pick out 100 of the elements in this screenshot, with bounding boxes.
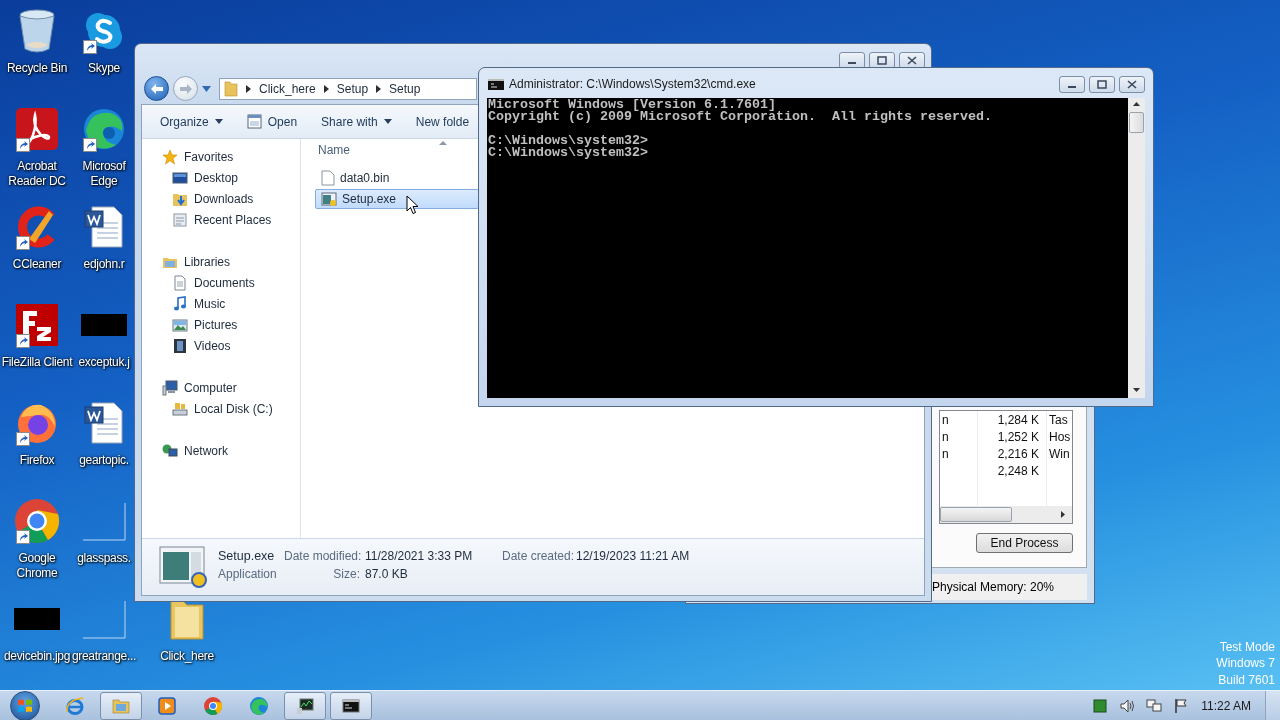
desktop-icon-label[interactable]: Click_here [160,649,214,664]
details-value: 11/28/2021 3:33 PM [364,549,474,565]
arrow-left-icon [149,82,164,95]
taskbar-button[interactable] [330,691,372,720]
details-file-name: Setup.exe [218,549,276,565]
nav-item[interactable]: Network [142,440,300,461]
toolbar-button[interactable]: Organize [152,109,231,134]
horizontal-scrollbar[interactable] [940,506,1072,523]
details-value: 12/19/2023 11:21 AM [575,549,691,565]
status-square-icon[interactable] [1092,697,1109,714]
scrollbar-thumb[interactable] [940,507,1012,522]
vertical-scrollbar[interactable] [1128,98,1145,398]
desktop-icon-label[interactable]: geartopic. [79,453,129,468]
nav-item[interactable]: Videos [142,335,300,356]
back-button[interactable] [144,76,169,101]
window-title: Administrator: C:\Windows\System32\cmd.exe [509,76,757,92]
image-thumbnail-icon [81,314,127,336]
breadcrumb-item[interactable]: Setup [389,81,421,96]
scroll-down-icon [1133,388,1140,392]
close-button[interactable] [1119,76,1145,93]
nav-item[interactable]: Computer [142,377,300,398]
start-button[interactable] [10,690,40,720]
process-row[interactable]: n 1,284 K Tas [940,411,1072,428]
desktop-icon-label[interactable]: Skype [88,61,120,76]
music-note-icon [172,295,188,312]
taskbar-button[interactable] [284,691,326,720]
test-mode-text: Build 7601 [1218,671,1275,688]
nav-item[interactable]: Pictures [142,314,300,335]
process-list[interactable]: n 1,284 K Tas n 1,252 K Hos n 2,216 K Win 2,248 K [939,410,1073,524]
details-label: Date created: [502,549,575,565]
close-icon [1127,80,1137,89]
desktop-icon-label[interactable]: CCleaner [12,257,62,272]
star-icon [162,148,178,165]
console-icon [488,79,504,90]
close-icon [907,56,917,65]
minimize-button[interactable] [1059,76,1085,93]
desktop-icon-label[interactable]: FileZilla Client [1,355,73,370]
address-bar[interactable]: Click_here Setup Setup [219,77,477,100]
process-row[interactable]: n 1,252 K Hos [940,428,1072,445]
process-row[interactable]: 2,248 K [940,462,1072,479]
process-row[interactable]: n 2,216 K Win [940,445,1072,462]
test-mode-text: Windows 7 [1216,655,1275,672]
table-cell-text: n [941,446,950,461]
file-outline-icon [82,599,126,639]
maximize-button[interactable] [1089,76,1115,93]
film-strip-icon [172,337,188,354]
pictures-icon [172,316,188,333]
file-row[interactable]: data0.bin [315,168,479,188]
monitor-icon [172,169,188,186]
nav-item[interactable]: Downloads [142,188,300,209]
document-icon [172,274,188,291]
scrollbar-thumb[interactable] [1129,112,1144,133]
nav-item[interactable]: Documents [142,272,300,293]
nav-item[interactable]: Local Disk (C:) [142,398,300,419]
file-row[interactable]: Setup.exe [315,189,479,209]
breadcrumb-item[interactable]: Setup [336,81,369,96]
desktop-icon-label[interactable]: glasspass. [77,551,131,566]
nav-item[interactable]: Favorites [142,146,300,167]
desktop-icon-label[interactable]: Google Chrome [0,551,74,581]
table-cell-text: 1,284 K [996,412,1040,427]
disk-drive-icon [172,400,188,417]
desktop-icon-label[interactable]: Acrobat Reader DC [0,159,74,189]
network-icon[interactable] [1146,697,1163,714]
desktop-icon-label[interactable]: Firefox [19,453,55,468]
history-dropdown-icon[interactable] [202,85,211,92]
console-line: C:\Windows\system32> [488,135,649,147]
nav-item[interactable]: Recent Places [142,209,300,230]
console-line: Microsoft Windows [Version 6.1.7601] [488,99,776,111]
desktop-icon-label[interactable]: exceptuk.j [78,355,130,370]
desktop-icon-label[interactable]: Microsof Edge [74,159,134,189]
window-icon [246,114,262,129]
maximize-icon [1097,80,1107,89]
word-document-icon [84,401,124,445]
toolbar-button[interactable]: New folde [407,109,478,134]
edge-icon [249,695,269,716]
nav-item[interactable]: Libraries [142,251,300,272]
end-process-button[interactable]: End Process [976,533,1073,553]
breadcrumb-item[interactable]: Click_here [259,81,316,96]
file-name: data0.bin [340,171,390,185]
table-cell-text: Tas [1048,412,1069,427]
filezilla-icon [15,303,59,347]
recent-places-icon [172,211,188,228]
desktop-icon-label[interactable]: greatrange... [71,649,137,664]
desktop-icon-label[interactable]: devicebin.jpg [3,649,71,664]
caret-down-icon [214,119,223,124]
flag-icon[interactable] [1173,697,1190,714]
chevron-right-icon [246,84,251,93]
clock[interactable]: 11:22 AM [1201,698,1251,713]
folder-icon [224,80,238,97]
nav-item[interactable]: Desktop [142,167,300,188]
scroll-right-icon [1061,511,1065,518]
volume-icon[interactable] [1119,697,1136,714]
column-header[interactable]: Name [318,143,350,157]
task-manager-icon [295,695,315,716]
toolbar-button[interactable]: Share with [313,109,400,134]
desktop-icon-label[interactable]: edjohn.r [83,257,125,272]
nav-item[interactable]: Music [142,293,300,314]
toolbar-button[interactable]: Open [238,109,306,134]
chevron-right-icon [376,84,382,93]
desktop-icon-label[interactable]: Recycle Bin [6,61,68,76]
